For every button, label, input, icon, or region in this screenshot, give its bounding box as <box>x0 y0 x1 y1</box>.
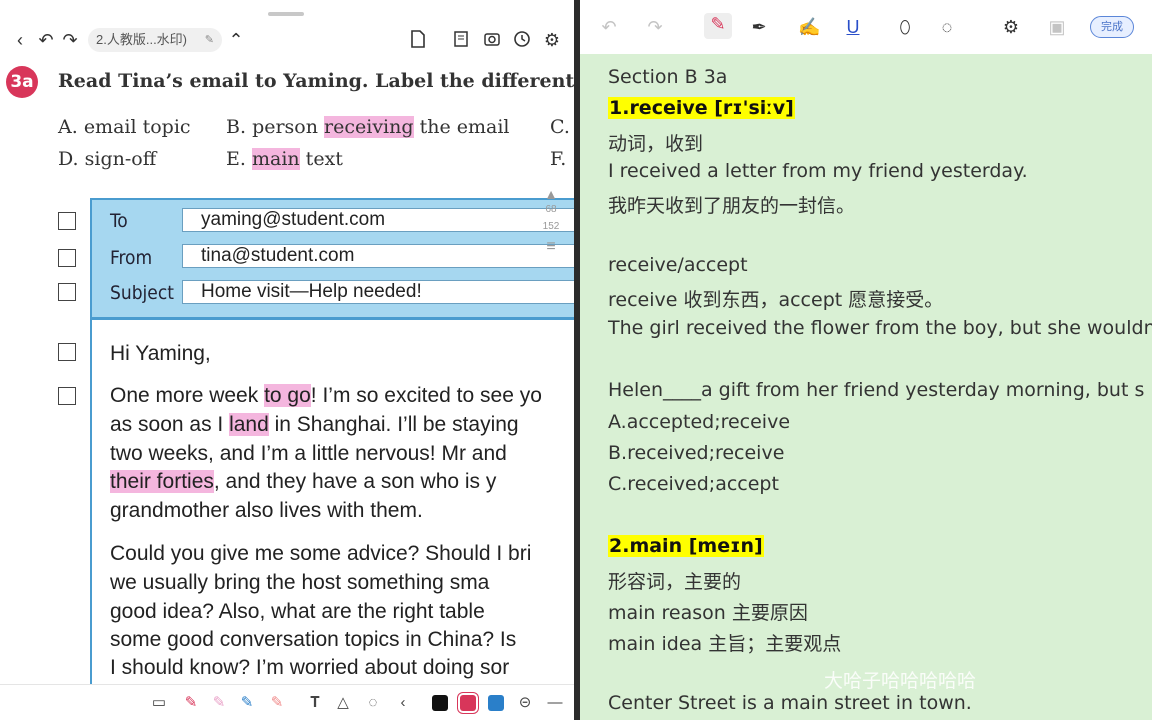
email-line: grandmother also lives with them. <box>110 499 423 522</box>
email-greeting: Hi Yaming, <box>110 342 211 365</box>
done-button[interactable]: 完成 <box>1090 16 1134 38</box>
undo-icon[interactable]: ↶ <box>36 30 56 50</box>
back-icon[interactable]: ‹ <box>10 30 30 50</box>
email-from-field: tina@student.com <box>182 244 574 268</box>
note-line: Section B 3a <box>608 66 728 88</box>
option-e: E. main text <box>226 148 343 170</box>
text-tool-icon[interactable]: 𝐓 <box>306 693 324 713</box>
note-line: main idea 主旨；主要观点 <box>608 633 842 655</box>
layers-icon[interactable]: ≡ <box>538 238 564 256</box>
chevron-up-icon[interactable]: ⌃ <box>226 30 246 50</box>
scroll-up-icon[interactable]: ▲ <box>538 186 564 202</box>
option-a: A. email topic <box>58 116 191 138</box>
email-line: Could you give me some advice? Should I … <box>110 542 532 565</box>
email-line: some good conversation topics in China? … <box>110 628 517 651</box>
email-line: as soon as I land in Shanghai. I’ll be s… <box>110 413 519 436</box>
highlighter-tool-icon[interactable]: ✎ <box>268 693 286 713</box>
exercise-badge: 3a <box>6 66 38 98</box>
option-f: F. <box>550 148 567 170</box>
notes-toolbar: ↶ ↷ ✎ ✒ ✍ U ⬯ ◌ ⚙ ▣ 完成 <box>580 0 1152 54</box>
email-header: To yaming@student.com From tina@student.… <box>90 198 574 320</box>
textbook-pane: ‹ ↶ ↷ 2.人教版...水印) ✎ ⌃ ⚙ 3a Read Tina’s e… <box>0 0 574 720</box>
textbook-toolbar: ‹ ↶ ↷ 2.人教版...水印) ✎ ⌃ ⚙ <box>0 0 574 56</box>
camera-icon[interactable] <box>482 30 502 50</box>
email-line: their forties, and they have a son who i… <box>110 470 497 493</box>
marker-tool-icon[interactable]: ✎ <box>210 693 228 713</box>
note-line: receive 收到东西，accept 愿意接受。 <box>608 289 944 311</box>
color-swatch-pink[interactable] <box>460 695 476 711</box>
document-tab[interactable]: 2.人教版...水印) ✎ <box>88 28 222 52</box>
settings-gear-icon[interactable]: ⚙ <box>542 30 562 50</box>
shapes-tool-icon[interactable]: △ <box>334 693 352 713</box>
note-line: Center Street is a main street in town. <box>608 692 972 714</box>
exercise-instruction: Read Tina’s email to Yaming. Label the d… <box>58 70 574 92</box>
pen-blue-tool-icon[interactable]: ✎ <box>238 693 256 713</box>
option-b: B. person receiving the email <box>226 116 510 138</box>
eraser-tool-icon[interactable]: ▭ <box>150 693 168 713</box>
option-d: D. sign-off <box>58 148 157 170</box>
email-from-label: From <box>110 247 153 269</box>
settings-gear-icon[interactable]: ⚙ <box>1000 16 1022 38</box>
notes-pane: ↶ ↷ ✎ ✒ ✍ U ⬯ ◌ ⚙ ▣ 完成 Section B 3a 1.re… <box>580 0 1152 720</box>
label-checkbox-subject[interactable] <box>58 283 76 301</box>
underline-icon[interactable]: U <box>842 16 864 38</box>
pen-pink-tool-icon[interactable]: ✎ <box>182 693 200 713</box>
page-icon[interactable] <box>408 30 428 50</box>
save-icon[interactable]: ▣ <box>1046 16 1068 38</box>
email-line: two weeks, and I’m a little nervous! Mr … <box>110 442 507 465</box>
scroll-number: 152 <box>542 221 560 232</box>
label-checkbox-to[interactable] <box>58 212 76 230</box>
email-line: we usually bring the host something sma <box>110 571 490 594</box>
pen-tools-bar: ▭ ✎ ✎ ✎ ✎ 𝐓 △ ◌ ‹ ⊝ — <box>0 684 574 720</box>
underline-pen-icon[interactable]: ✍ <box>798 16 820 38</box>
email-line: I should know? I’m worried about doing s… <box>110 656 510 679</box>
note-line: 我昨天收到了朋友的一封信。 <box>608 195 856 217</box>
redo-icon[interactable]: ↷ <box>644 16 666 38</box>
pen-icon[interactable]: ✎ <box>704 13 732 39</box>
note-line: The girl received the flower from the bo… <box>608 317 1152 339</box>
document-tab-label: 2.人教版...水印) <box>96 32 188 47</box>
email-subject-label: Subject <box>110 282 174 304</box>
note-line: I received a letter from my friend yeste… <box>608 160 1028 182</box>
clock-icon[interactable] <box>512 30 532 50</box>
notes-icon[interactable] <box>452 30 472 50</box>
watermark: 大哈子哈哈哈哈哈 <box>824 670 977 692</box>
eraser-icon[interactable]: ⬯ <box>894 16 916 38</box>
redo-icon[interactable]: ↷ <box>60 30 80 50</box>
note-heading: 1.receive [rɪ'siːv] <box>608 97 795 119</box>
undo-icon[interactable]: ↶ <box>598 16 620 38</box>
label-checkbox-greeting[interactable] <box>58 343 76 361</box>
highlighter-icon[interactable]: ✒ <box>748 16 770 38</box>
note-line: 动词，收到 <box>608 133 704 155</box>
note-line: Helen____a gift from her friend yesterda… <box>608 379 1145 401</box>
color-swatch-blue[interactable] <box>488 695 504 711</box>
note-line: C.received;accept <box>608 473 779 495</box>
email-line: One more week to go! I’m so excited to s… <box>110 384 542 407</box>
scroll-number: 68 <box>545 204 557 215</box>
lasso-tool-icon[interactable]: ◌ <box>364 693 382 713</box>
color-swatch-black[interactable] <box>432 695 448 711</box>
label-checkbox-main-text[interactable] <box>58 387 76 405</box>
drag-handle[interactable] <box>268 12 304 16</box>
email-to-label: To <box>110 210 128 232</box>
collapse-icon[interactable]: ‹ <box>394 693 412 713</box>
note-line: A.accepted;receive <box>608 411 791 433</box>
dash-icon[interactable]: — <box>546 693 564 713</box>
page-scroll-widget[interactable]: ▲ 68 152 ≡ <box>538 186 564 286</box>
email-line: good idea? Also, what are the right tabl… <box>110 600 485 623</box>
note-heading: 2.main [meɪn] <box>608 535 764 557</box>
email-subject-field: Home visit—Help needed! <box>182 280 574 304</box>
rename-pen-icon[interactable]: ✎ <box>205 28 214 52</box>
option-c: C. <box>550 116 570 138</box>
lasso-icon[interactable]: ◌ <box>936 16 958 38</box>
label-checkbox-from[interactable] <box>58 249 76 267</box>
email-body: Hi Yaming, One more week to go! I’m so e… <box>90 320 574 690</box>
email-to-field: yaming@student.com <box>182 208 574 232</box>
note-line: B.received;receive <box>608 442 785 464</box>
minus-size-icon[interactable]: ⊝ <box>516 693 534 713</box>
note-line: receive/accept <box>608 254 748 276</box>
note-line: main reason 主要原因 <box>608 602 808 624</box>
note-line: 形容词，主要的 <box>608 571 742 593</box>
